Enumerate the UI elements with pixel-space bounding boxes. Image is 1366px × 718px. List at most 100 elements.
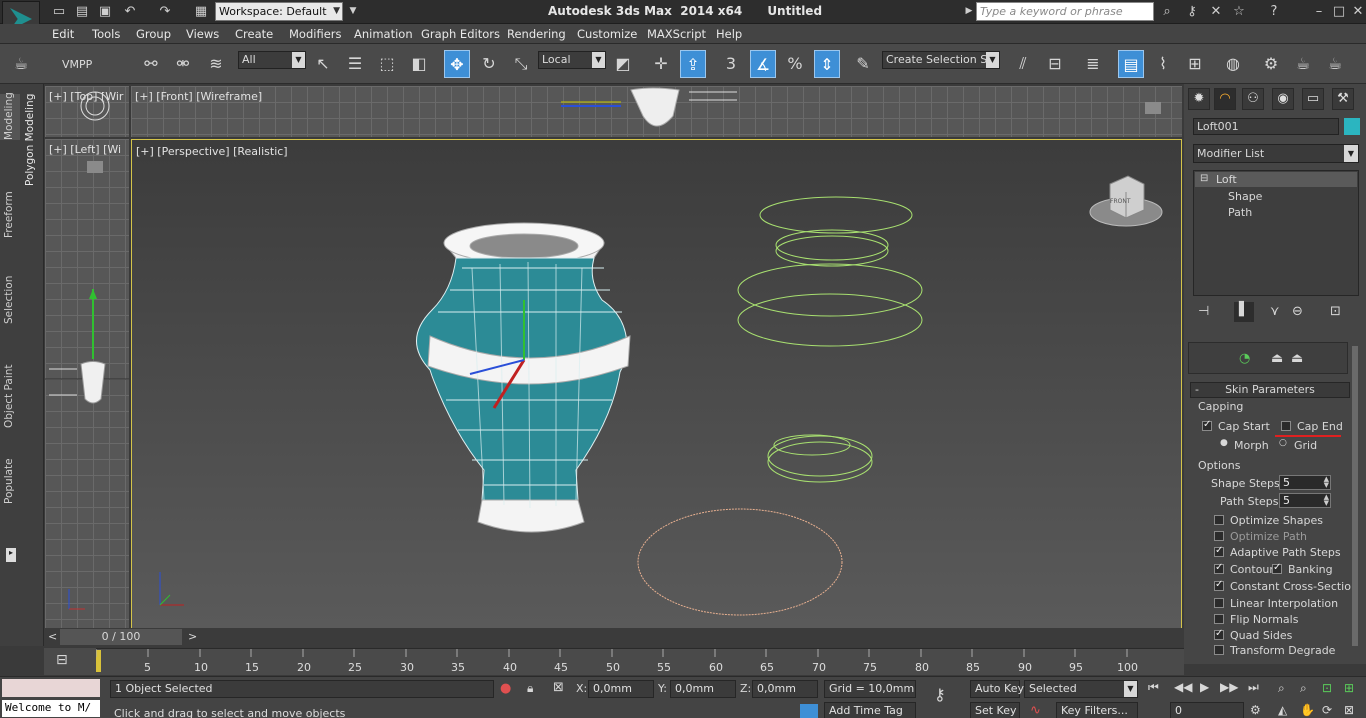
cap-start-label[interactable]: Cap Start — [1218, 420, 1270, 433]
align-icon[interactable]: ⊟ — [1042, 50, 1068, 78]
spinner-snap-icon[interactable]: ⇕ — [814, 50, 840, 78]
set-key-icon[interactable]: ⚷ — [934, 685, 946, 704]
current-frame-field[interactable]: 0 — [1170, 702, 1244, 718]
zoom-extents-all-icon[interactable]: ⊞ — [1344, 681, 1354, 695]
time-slider[interactable]: < 0 / 100 > — [44, 628, 1184, 647]
cap-start-checkbox[interactable] — [1202, 419, 1212, 431]
maximize-viewport-icon[interactable]: ⊠ — [1344, 703, 1354, 717]
contour-label[interactable]: Contour — [1230, 563, 1274, 576]
help-icon[interactable]: ? — [1265, 3, 1283, 20]
selection-filter-dropdown[interactable]: All ▼ — [238, 51, 306, 69]
menu-customize[interactable]: Customize — [577, 27, 637, 41]
project-folder-icon[interactable]: ▦ — [192, 3, 210, 20]
layer-manager-icon[interactable]: ≣ — [1080, 50, 1106, 78]
selection-lock-icon[interactable]: 🔒︎ — [527, 681, 533, 696]
tab-populate[interactable]: Populate — [3, 458, 15, 504]
edit-named-selection-icon[interactable]: ✎ — [850, 50, 876, 78]
viewcube-mini-icon[interactable] — [1145, 102, 1161, 114]
play-icon[interactable]: ▶ — [1200, 680, 1209, 694]
rollout-skin-parameters[interactable]: - Skin Parameters — [1190, 382, 1350, 398]
auto-key-button[interactable]: Auto Key — [970, 680, 1024, 698]
minimize-icon[interactable]: – — [1310, 3, 1328, 20]
polygon-modeling-label[interactable]: Polygon Modeling — [24, 94, 36, 186]
move-shape-icon[interactable]: ⏏ — [1291, 351, 1303, 366]
grid-radio-icon[interactable]: ○ — [1279, 438, 1287, 448]
named-selection-sets-dropdown[interactable]: Create Selection Se ▼ — [882, 51, 1000, 69]
show-end-result-icon[interactable]: ▌ — [1234, 302, 1254, 322]
time-slider-thumb[interactable]: 0 / 100 — [60, 629, 182, 645]
maxscript-listener-input[interactable]: Welcome to M/ — [2, 700, 100, 717]
rectangular-selection-icon[interactable]: ⬚ — [374, 50, 400, 78]
open-icon[interactable]: ▤ — [73, 3, 91, 20]
next-frame-icon[interactable]: > — [188, 630, 197, 643]
contour-checkbox[interactable] — [1214, 562, 1224, 574]
star-icon[interactable]: ☆ — [1230, 3, 1248, 20]
angle-snap-icon[interactable]: ∡ — [750, 50, 776, 78]
render-production-icon[interactable]: ☕ — [1322, 50, 1348, 78]
shape-steps-spinner[interactable]: 5 ▲ ▼ — [1279, 475, 1331, 490]
transform-degrade-checkbox[interactable] — [1214, 645, 1224, 655]
command-panel-scrollbar[interactable] — [1352, 346, 1358, 646]
menu-tools[interactable]: Tools — [92, 27, 120, 41]
spinner-arrows-icon[interactable]: ▲ ▼ — [1324, 494, 1329, 507]
x-coordinate-field[interactable]: 0,0mm — [588, 680, 654, 698]
time-config-icon[interactable]: ⚙ — [1250, 703, 1261, 717]
stack-item-loft[interactable]: Loft — [1216, 173, 1237, 186]
workspace-dropdown[interactable]: Workspace: Default ▼ — [215, 2, 343, 21]
maximize-icon[interactable]: □ — [1330, 3, 1348, 20]
absolute-mode-icon[interactable]: ⊠ — [553, 680, 564, 695]
pivot-center-icon[interactable]: ◩ — [610, 50, 636, 78]
optimize-path-checkbox[interactable] — [1214, 531, 1224, 541]
select-and-move-icon[interactable]: ✥ — [444, 50, 470, 78]
viewport-left-label[interactable]: [+] [Left] [Wi — [49, 143, 121, 156]
snaps-toggle-icon[interactable]: 3 — [718, 50, 744, 78]
link-icon[interactable]: ⚯ — [138, 50, 164, 78]
select-and-rotate-icon[interactable]: ↻ — [476, 50, 502, 78]
field-of-view-icon[interactable]: ◭ — [1278, 703, 1287, 717]
optimize-shapes-checkbox[interactable] — [1214, 515, 1224, 525]
go-to-start-icon[interactable]: ⏮ — [1148, 680, 1159, 695]
constant-cross-section-checkbox[interactable] — [1214, 579, 1224, 591]
set-key-button[interactable]: Set Key — [970, 702, 1020, 718]
schematic-view-icon[interactable]: ⊞ — [1182, 50, 1208, 78]
menu-maxscript[interactable]: MAXScript — [647, 27, 706, 41]
graphite-toolbar-icon[interactable]: ▤ — [1118, 50, 1144, 78]
cap-end-label[interactable]: Cap End — [1297, 420, 1343, 433]
menu-animation[interactable]: Animation — [354, 27, 413, 41]
rendered-frame-window-icon[interactable]: ☕ — [1290, 50, 1316, 78]
menu-views[interactable]: Views — [186, 27, 219, 41]
zoom-all-icon[interactable]: ⌕ — [1300, 681, 1307, 696]
tab-object-paint[interactable]: Object Paint — [3, 364, 15, 428]
time-tag-icon[interactable] — [800, 704, 818, 718]
menu-modifiers[interactable]: Modifiers — [289, 27, 342, 41]
menu-rendering[interactable]: Rendering — [507, 27, 566, 41]
binoculars-icon[interactable]: ⌕ — [1158, 3, 1176, 20]
adaptive-path-steps-checkbox[interactable] — [1214, 545, 1224, 557]
menu-help[interactable]: Help — [716, 27, 742, 41]
get-path-icon[interactable]: ◔ — [1239, 351, 1250, 366]
zoom-icon[interactable]: ⌕ — [1278, 681, 1285, 696]
make-unique-icon[interactable]: ⋎ — [1270, 304, 1280, 319]
mirror-icon[interactable]: ⫽ — [1010, 50, 1036, 78]
tab-selection[interactable]: Selection — [3, 276, 15, 324]
y-coordinate-field[interactable]: 0,0mm — [670, 680, 736, 698]
spinner-arrows-icon[interactable]: ▲ ▼ — [1324, 476, 1329, 489]
select-object-icon[interactable]: ↖ — [310, 50, 336, 78]
chevron-down-icon[interactable]: ▼ — [344, 3, 362, 20]
pan-icon[interactable]: ✋ — [1300, 703, 1315, 717]
flip-normals-checkbox[interactable] — [1214, 614, 1224, 624]
curve-editor-icon[interactable]: ⌇ — [1150, 50, 1176, 78]
viewport-front[interactable]: [+] [Front] [Wireframe] — [131, 86, 1182, 137]
z-coordinate-field[interactable]: 0,0mm — [752, 680, 818, 698]
banking-checkbox[interactable] — [1272, 562, 1282, 574]
key-tangent-icon[interactable]: ∿ — [1030, 703, 1041, 718]
configure-sets-icon[interactable]: ⊡ — [1330, 304, 1341, 319]
tab-modeling[interactable]: Modeling — [3, 92, 15, 140]
path-steps-spinner[interactable]: 5 ▲ ▼ — [1279, 493, 1331, 508]
hierarchy-panel-tab-icon[interactable]: ⚇ — [1242, 88, 1264, 110]
quad-sides-checkbox[interactable] — [1214, 628, 1224, 640]
linear-interpolation-checkbox[interactable] — [1214, 598, 1224, 608]
transform-degrade-label[interactable]: Transform Degrade — [1230, 644, 1335, 657]
redo-icon[interactable]: ↷ — [156, 3, 174, 20]
add-time-tag-button[interactable]: Add Time Tag — [824, 702, 916, 718]
